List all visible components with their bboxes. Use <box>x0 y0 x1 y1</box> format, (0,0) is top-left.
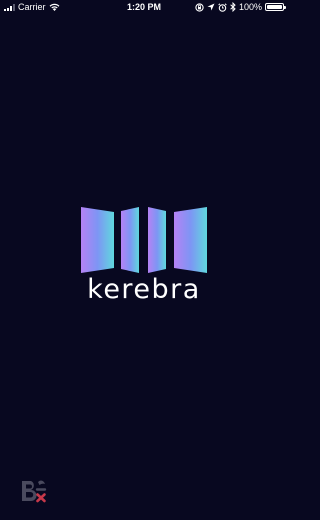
battery-level <box>267 5 282 9</box>
bluetooth-icon <box>230 2 236 12</box>
logo-panel-3 <box>148 207 166 273</box>
kerebra-logo-icon <box>81 207 207 273</box>
splash-screen: Carrier 1:20 PM 100% kerebra <box>0 0 288 520</box>
screen-lock-icon <box>195 2 204 12</box>
battery-icon <box>265 3 286 11</box>
be-logo-icon <box>22 480 47 503</box>
app-wordmark: kerebra <box>87 274 201 305</box>
status-bar: Carrier 1:20 PM 100% <box>0 0 288 14</box>
logo-panel-1 <box>81 207 114 273</box>
logo-panel-4 <box>174 207 207 273</box>
location-icon <box>207 3 215 11</box>
logo-panel-2 <box>121 207 139 273</box>
status-bar-right: 100% <box>195 0 286 14</box>
battery-percent: 100% <box>238 2 262 12</box>
alarm-icon <box>218 2 227 12</box>
